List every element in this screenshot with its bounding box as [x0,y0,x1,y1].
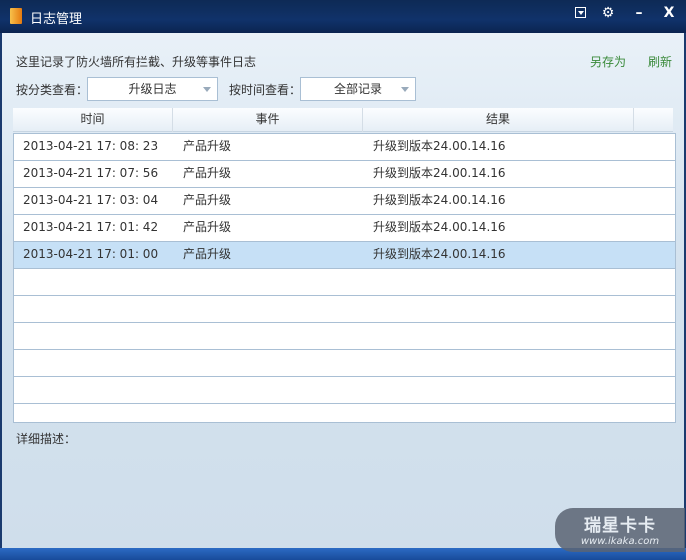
cell-time: 2013-04-21 17: 01: 00 [23,247,159,261]
cell-result: 升级到版本24.00.14.16 [373,139,506,153]
time-value: 全部记录 [333,82,382,96]
save-as-link[interactable]: 另存为 [590,53,626,70]
cell-time: 2013-04-21 17: 07: 56 [23,166,159,180]
title-bar: 日志管理 ⚙ – X [0,0,686,33]
cell-result: 升级到版本24.00.14.16 [373,193,506,207]
cell-time: 2013-04-21 17: 03: 04 [23,193,159,207]
cell-time: 2013-04-21 17: 01: 42 [23,220,159,234]
table-row[interactable]: 2013-04-21 17: 08: 23 产品升级 升级到版本24.00.14.1… [14,134,675,161]
watermark: 瑞星卡卡 www.ikaka.com [555,508,685,552]
refresh-link[interactable]: 刷新 [648,53,672,70]
cell-time: 2013-04-21 17: 08: 23 [23,139,159,153]
time-label: 按时间查看： [229,83,302,97]
close-button[interactable]: X [654,0,684,26]
cell-result: 升级到版本24.00.14.16 [373,247,506,261]
cell-result: 升级到版本24.00.14.16 [373,166,506,180]
empty-row [14,269,675,296]
minimize-button[interactable]: – [624,0,654,26]
settings-button[interactable]: ⚙ [594,0,622,26]
cell-event: 产品升级 [183,193,232,207]
empty-row [14,404,675,422]
gear-icon: ⚙ [601,5,615,21]
category-label: 按分类查看： [16,83,89,97]
menu-button[interactable] [566,0,594,26]
description-text: 这里记录了防火墙所有拦截、升级等事件日志 [16,55,257,69]
empty-row [14,323,675,350]
column-header-time[interactable]: 时间 [13,108,173,132]
dropdown-box-icon [574,7,586,18]
log-table: 2013-04-21 17: 08: 23 产品升级 升级到版本24.00.14.1… [13,133,676,423]
time-select[interactable]: 全部记录 [300,77,416,101]
category-select[interactable]: 升级日志 [87,77,218,101]
table-header: 时间 事件 结果 [13,108,673,132]
category-value: 升级日志 [128,82,177,96]
close-icon: X [663,5,675,21]
table-row[interactable]: 2013-04-21 17: 01: 42 产品升级 升级到版本24.00.14.1… [14,215,675,242]
table-row[interactable]: 2013-04-21 17: 03: 04 产品升级 升级到版本24.00.14.1… [14,188,675,215]
watermark-url: www.ikaka.com [580,536,660,547]
column-header-result[interactable]: 结果 [363,108,634,132]
cell-result: 升级到版本24.00.14.16 [373,220,506,234]
cell-event: 产品升级 [183,220,232,234]
chevron-down-icon [203,87,211,92]
table-row[interactable]: 2013-04-21 17: 07: 56 产品升级 升级到版本24.00.14.1… [14,161,675,188]
cell-event: 产品升级 [183,247,232,261]
watermark-name: 瑞星卡卡 [584,516,656,536]
cell-event: 产品升级 [183,139,232,153]
column-header-event[interactable]: 事件 [173,108,363,132]
log-panel: 这里记录了防火墙所有拦截、升级等事件日志 另存为 刷新 按分类查看： 升级日志 … [2,33,684,548]
table-row-selected[interactable]: 2013-04-21 17: 01: 00 产品升级 升级到版本24.00.14.1… [14,242,675,269]
app-logo-icon [10,8,22,24]
chevron-down-icon [401,87,409,92]
empty-row [14,377,675,404]
window-title: 日志管理 [30,12,83,27]
minimize-icon: – [635,5,643,21]
cell-event: 产品升级 [183,166,232,180]
detail-label: 详细描述： [16,432,77,446]
empty-row [14,296,675,323]
empty-row [14,350,675,377]
